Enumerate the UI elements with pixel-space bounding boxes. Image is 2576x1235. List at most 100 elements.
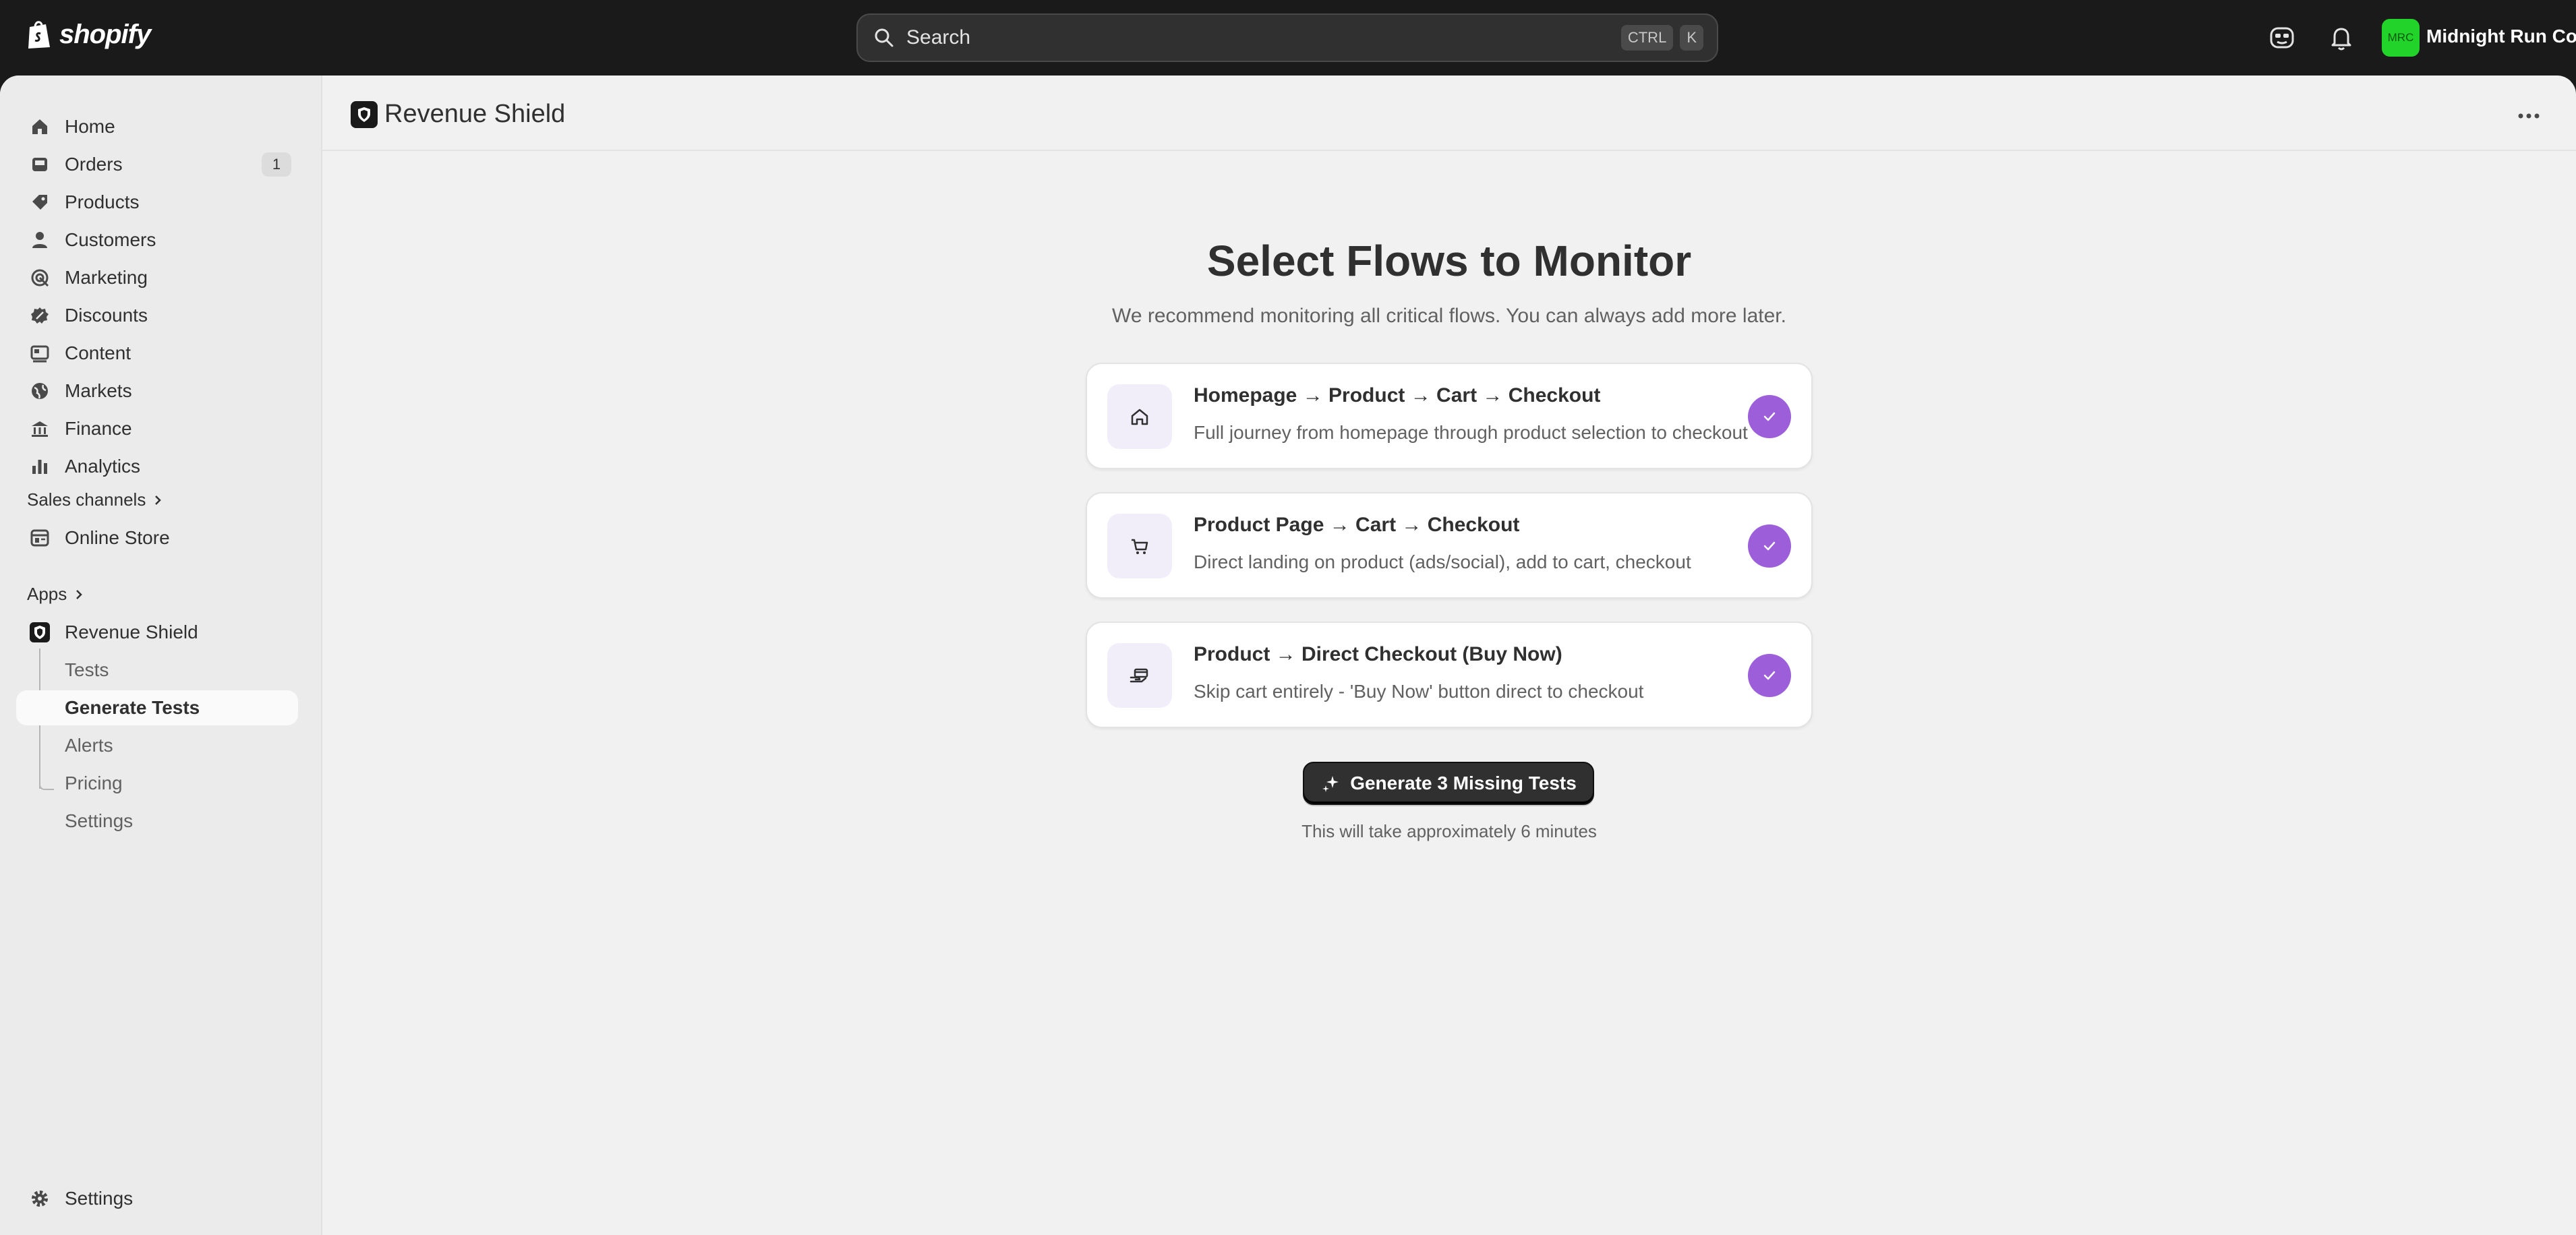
flow-card-product-page[interactable]: Product Page → Cart → Checkout Direct la… [1086, 492, 1813, 599]
section-subheading: We recommend monitoring all critical flo… [1112, 305, 1786, 327]
gear-icon [28, 1187, 51, 1210]
search-icon [875, 28, 894, 47]
sidebar-item-marketing[interactable]: Marketing [16, 260, 298, 295]
sidebar-item-label: Orders [65, 154, 123, 175]
sidebar-subitem-tests[interactable]: Tests [16, 653, 298, 688]
top-bar: shopify Search CTRL K MRC Midnight Run C… [0, 0, 2576, 76]
sidebar-subitem-generate-tests[interactable]: Generate Tests [16, 690, 298, 725]
bell-icon[interactable] [2326, 23, 2356, 53]
flow-description: Skip cart entirely - 'Buy Now' button di… [1194, 681, 1644, 702]
sidebar-item-label: Marketing [65, 267, 148, 288]
sidebar-item-label: Products [65, 191, 140, 212]
sidebar-subitem-pricing[interactable]: Pricing [16, 766, 298, 801]
apps-title: Apps [27, 584, 67, 604]
sidebar-item-discounts[interactable]: Discounts [16, 298, 298, 333]
store-icon [28, 526, 51, 549]
sidebar-item-finance[interactable]: Finance [16, 411, 298, 446]
sidebar-item-label: Customers [65, 229, 156, 250]
sidebar-item-products[interactable]: Products [16, 185, 298, 220]
shopify-bag-icon [28, 21, 50, 49]
sidebar-item-label: Settings [65, 1188, 134, 1209]
sidebar-item-settings[interactable]: Settings [16, 1181, 298, 1216]
cart-icon [1107, 514, 1172, 578]
flow-description: Direct landing on product (ads/social), … [1194, 551, 1691, 572]
orders-icon [28, 153, 51, 176]
sidebar-subitem-label: Settings [65, 810, 134, 831]
sidebar: Home Orders 1 Products Customers Marketi… [0, 76, 322, 1235]
search-input[interactable]: Search [906, 26, 1621, 49]
flow-card-homepage[interactable]: Homepage → Product → Cart → Checkout Ful… [1086, 363, 1813, 469]
brand-name: shopify [59, 19, 151, 49]
sidebar-item-markets[interactable]: Markets [16, 373, 298, 409]
sidebar-item-label: Markets [65, 380, 132, 401]
sidebar-item-content[interactable]: Content [16, 336, 298, 371]
more-actions-button[interactable] [2515, 102, 2542, 129]
app-shield-icon [28, 621, 51, 644]
store-avatar[interactable]: MRC [2382, 19, 2420, 57]
hand-card-icon [1107, 643, 1172, 708]
sidebar-item-orders[interactable]: Orders 1 [16, 147, 298, 182]
sidebar-subitem-label: Generate Tests [65, 697, 200, 718]
flow-checkbox[interactable] [1748, 524, 1791, 568]
flow-card-buy-now[interactable]: Product → Direct Checkout (Buy Now) Skip… [1086, 622, 1813, 728]
checkmark-icon [1763, 412, 1776, 421]
sidebar-item-label: Home [65, 116, 115, 137]
sidekick-icon[interactable] [2267, 23, 2297, 53]
sidebar-item-revenue-shield[interactable]: Revenue Shield [16, 615, 298, 650]
sidebar-item-label: Analytics [65, 456, 141, 477]
sidebar-item-label: Discounts [65, 305, 148, 326]
page-header: Revenue Shield [322, 76, 2576, 151]
sidebar-subitem-settings[interactable]: Settings [16, 804, 298, 839]
chart-icon [28, 455, 51, 478]
admin-frame: Home Orders 1 Products Customers Marketi… [0, 76, 2576, 1235]
time-estimate-text: This will take approximately 6 minutes [1301, 821, 1597, 841]
sales-channels-heading[interactable]: Sales channels [27, 489, 163, 510]
page-title: Revenue Shield [384, 100, 566, 128]
target-icon [28, 266, 51, 289]
sidebar-item-label: Online Store [65, 527, 170, 548]
app-shield-icon [351, 101, 378, 128]
chevron-right-icon [155, 495, 162, 505]
sidebar-item-customers[interactable]: Customers [16, 222, 298, 258]
flow-title: Product Page → Cart → Checkout [1194, 514, 1520, 536]
flow-title: Product → Direct Checkout (Buy Now) [1194, 643, 1562, 665]
store-name[interactable]: Midnight Run Co [2426, 26, 2576, 47]
flow-checkbox[interactable] [1748, 654, 1791, 697]
ellipsis-icon [2518, 113, 2540, 119]
sidebar-item-label: Revenue Shield [65, 622, 198, 642]
checkmark-icon [1763, 671, 1776, 680]
sidebar-subitem-alerts[interactable]: Alerts [16, 728, 298, 763]
section-heading: Select Flows to Monitor [1206, 237, 1692, 285]
chevron-right-icon [76, 589, 83, 599]
main-content: Revenue Shield Select Flows to Monitor W… [322, 76, 2576, 1235]
home-icon [1107, 384, 1172, 449]
generate-tests-button[interactable]: Generate 3 Missing Tests [1303, 762, 1594, 805]
flow-title: Homepage → Product → Cart → Checkout [1194, 384, 1601, 406]
sidebar-subitem-label: Pricing [65, 773, 123, 793]
flow-checkbox[interactable] [1748, 395, 1791, 438]
shortcut-key-ctrl: CTRL [1620, 25, 1674, 51]
bank-icon [28, 417, 51, 440]
generate-tests-label: Generate 3 Missing Tests [1350, 773, 1577, 793]
sidebar-subitem-label: Alerts [65, 735, 113, 756]
sidebar-item-online-store[interactable]: Online Store [16, 520, 298, 555]
discount-icon [28, 304, 51, 327]
home-icon [28, 115, 51, 138]
flow-description: Full journey from homepage through produ… [1194, 422, 1748, 443]
sparkle-icon [1322, 776, 1339, 792]
search-bar[interactable]: Search CTRL K [856, 13, 1718, 62]
shortcut-key-k: K [1680, 25, 1703, 51]
sales-channels-title: Sales channels [27, 489, 146, 510]
person-icon [28, 229, 51, 251]
sidebar-item-label: Content [65, 342, 131, 363]
shopify-logo[interactable]: shopify [26, 19, 151, 50]
orders-count-badge: 1 [262, 152, 291, 177]
sidebar-item-home[interactable]: Home [16, 109, 298, 144]
tag-icon [28, 191, 51, 214]
content-icon [28, 342, 51, 365]
sidebar-item-analytics[interactable]: Analytics [16, 449, 298, 484]
apps-heading[interactable]: Apps [27, 584, 84, 605]
globe-icon [28, 380, 51, 402]
checkmark-icon [1763, 541, 1776, 551]
sidebar-item-label: Finance [65, 418, 132, 439]
